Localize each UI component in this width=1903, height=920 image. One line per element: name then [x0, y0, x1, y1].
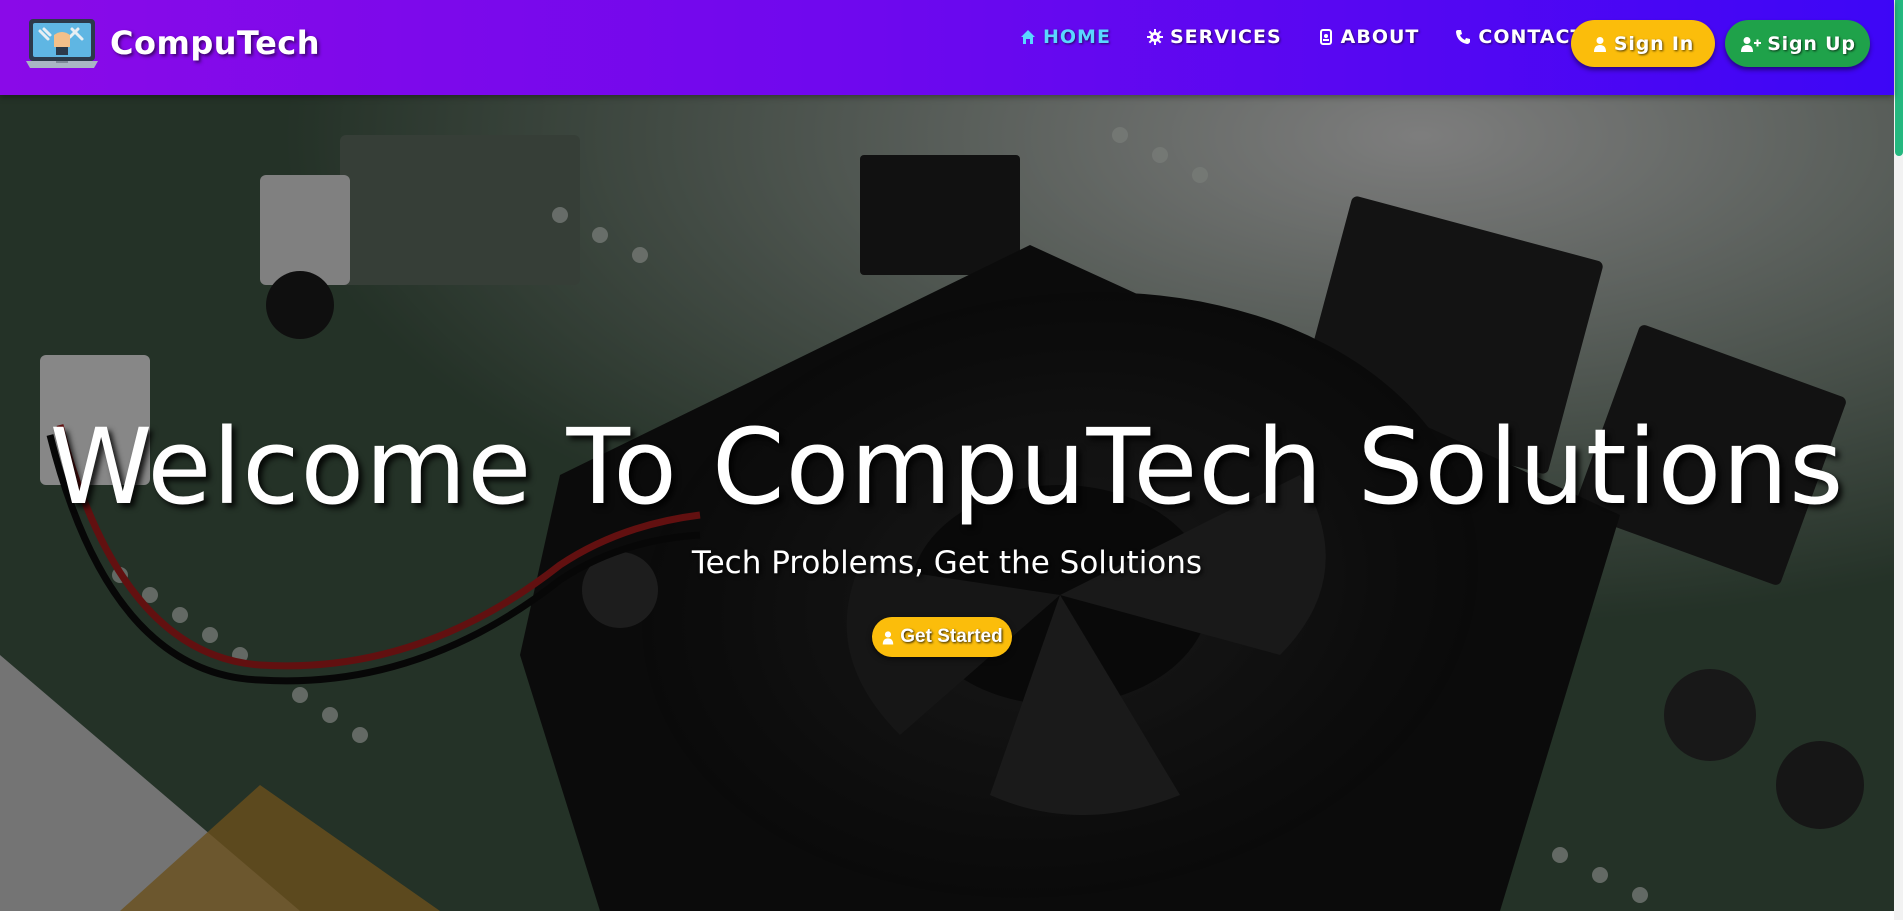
hero-subtitle: Tech Problems, Get the Solutions: [691, 545, 1203, 581]
get-started-button[interactable]: Get Started: [872, 617, 1012, 657]
nav-item-label: SERVICES: [1169, 26, 1282, 48]
scrollbar-thumb[interactable]: [1895, 0, 1903, 156]
hero-section: Welcome To CompuTech Solutions Tech Prob…: [0, 95, 1894, 911]
page-content-edge: [0, 911, 1894, 920]
hero-title: Welcome To CompuTech Solutions: [49, 406, 1845, 528]
sign-up-label: Sign Up: [1767, 32, 1856, 55]
sign-in-label: Sign In: [1613, 32, 1695, 55]
user-icon: [1593, 36, 1606, 52]
nav-item-about[interactable]: ABOUT: [1318, 26, 1420, 48]
nav-item-home[interactable]: HOME: [1020, 26, 1111, 48]
user-icon: [883, 630, 894, 644]
gear-icon: [1146, 29, 1163, 45]
sign-up-button[interactable]: Sign Up: [1725, 20, 1870, 67]
nav-item-label: HOME: [1043, 26, 1111, 48]
navbar: CompuTech HOME SERVICES ABOUT CONTACT Si…: [0, 0, 1894, 95]
id-badge-icon: [1319, 29, 1332, 45]
nav-item-contact[interactable]: CONTACT: [1455, 26, 1584, 48]
nav-item-label: ABOUT: [1340, 26, 1420, 48]
brand-name: CompuTech: [110, 24, 321, 62]
nav-item-services[interactable]: SERVICES: [1146, 26, 1282, 48]
home-icon: [1021, 30, 1035, 44]
main-nav: HOME SERVICES ABOUT CONTACT: [1020, 26, 1620, 48]
phone-icon: [1456, 30, 1471, 44]
get-started-label: Get Started: [900, 626, 1003, 647]
sign-in-button[interactable]: Sign In: [1571, 20, 1715, 67]
brand-link[interactable]: CompuTech: [26, 17, 320, 69]
user-plus-icon: [1741, 36, 1762, 52]
computer-repair-logo-icon: [26, 19, 98, 68]
nav-item-label: CONTACT: [1478, 26, 1585, 48]
